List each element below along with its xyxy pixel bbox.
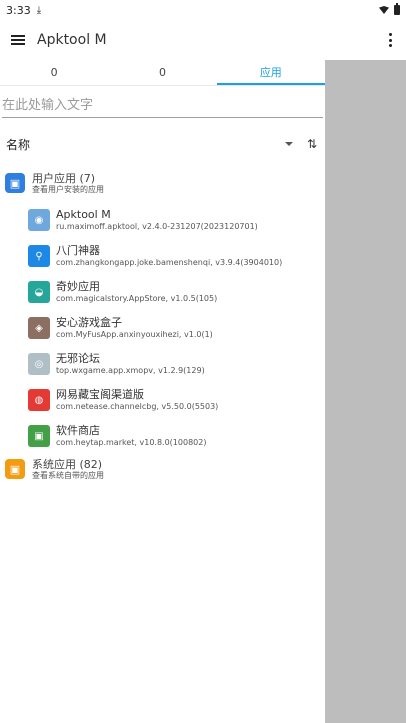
app-detail: com.netease.channelcbg, v5.50.0(5503) <box>56 402 219 411</box>
store-icon: ▣ <box>28 425 50 447</box>
app-detail: com.MyFusApp.anxinyouxihezi, v1.0(1) <box>56 330 213 339</box>
battery-icon <box>394 3 400 15</box>
user-apps-group[interactable]: ▣ 用户应用 (7) 查看用户安装的应用 <box>0 168 325 198</box>
app-name: 网易藏宝阁渠道版 <box>56 388 144 401</box>
forum-icon: ◎ <box>28 353 50 375</box>
tab-apps[interactable]: 应用 <box>216 60 325 85</box>
app-name: Apktool M <box>56 208 111 221</box>
download-icon: ⤓ <box>36 4 42 16</box>
list-item[interactable]: ▣ 软件商店 com.heytap.market, v10.8.0(100802… <box>0 418 325 454</box>
app-list: ◉ Apktool M ru.maximoff.apktool, v2.4.0-… <box>0 202 325 454</box>
android-icon: ▣ <box>5 459 25 479</box>
android-icon: ▣ <box>5 173 25 193</box>
app-bar: Apktool M <box>0 20 406 60</box>
app-name: 奇妙应用 <box>56 280 100 293</box>
list-item[interactable]: ◍ 网易藏宝阁渠道版 com.netease.channelcbg, v5.50… <box>0 382 325 418</box>
list-item[interactable]: ◈ 安心游戏盒子 com.MyFusApp.anxinyouxihezi, v1… <box>0 310 325 346</box>
app-detail: ru.maximoff.apktool, v2.4.0-231207(20231… <box>56 222 258 231</box>
status-bar: 3:33 ⤓ <box>0 0 406 20</box>
more-options-icon[interactable] <box>388 33 392 47</box>
list-item[interactable]: ⚲ 八门神器 com.zhangkongapp.joke.bamenshenqi… <box>0 238 325 274</box>
app-detail: top.wxgame.app.xmopv, v1.2.9(129) <box>56 366 205 375</box>
drawer-overlay[interactable] <box>325 60 406 723</box>
magic-app-icon: ◒ <box>28 281 50 303</box>
sort-label[interactable]: 名称 <box>6 136 30 153</box>
app-name: 软件商店 <box>56 424 100 437</box>
list-item[interactable]: ◉ Apktool M ru.maximoff.apktool, v2.4.0-… <box>0 202 325 238</box>
tab-bar: 0 0 应用 <box>0 60 325 86</box>
list-item[interactable]: ◒ 奇妙应用 com.magicalstory.AppStore, v1.0.5… <box>0 274 325 310</box>
app-title: Apktool M <box>37 32 107 48</box>
app-name: 八门神器 <box>56 244 100 257</box>
group-subtitle: 查看系统自带的应用 <box>32 470 104 480</box>
bamen-icon: ⚲ <box>28 245 50 267</box>
menu-icon[interactable] <box>11 35 25 45</box>
group-subtitle: 查看用户安装的应用 <box>32 184 104 194</box>
list-item[interactable]: ◎ 无邪论坛 top.wxgame.app.xmopv, v1.2.9(129) <box>0 346 325 382</box>
app-name: 无邪论坛 <box>56 352 100 365</box>
apktool-icon: ◉ <box>28 209 50 231</box>
app-detail: com.zhangkongapp.joke.bamenshenqi, v3.9.… <box>56 258 283 267</box>
search-field <box>2 94 323 118</box>
group-title: 用户应用 (7) <box>32 171 96 185</box>
tab-2[interactable]: 0 <box>108 60 216 85</box>
tab-1[interactable]: 0 <box>0 60 108 85</box>
netease-icon: ◍ <box>28 389 50 411</box>
sort-order-icon[interactable]: ⇅ <box>307 137 319 151</box>
file-panel: 0 0 应用 名称 ⇅ ▣ 用户应用 (7) 查看用户安装的应用 ◉ Apkto… <box>0 60 325 723</box>
dropdown-arrow-icon[interactable] <box>285 142 293 146</box>
search-input[interactable] <box>2 94 323 117</box>
system-apps-group[interactable]: ▣ 系统应用 (82) 查看系统自带的应用 <box>0 454 325 484</box>
game-box-icon: ◈ <box>28 317 50 339</box>
app-detail: com.heytap.market, v10.8.0(100802) <box>56 438 207 447</box>
app-detail: com.magicalstory.AppStore, v1.0.5(105) <box>56 294 218 303</box>
status-icons <box>379 3 400 15</box>
sort-row: 名称 ⇅ <box>0 130 325 158</box>
status-time: 3:33 <box>6 3 31 17</box>
wifi-icon <box>379 6 389 14</box>
group-title: 系统应用 (82) <box>32 457 103 471</box>
app-name: 安心游戏盒子 <box>56 316 122 329</box>
